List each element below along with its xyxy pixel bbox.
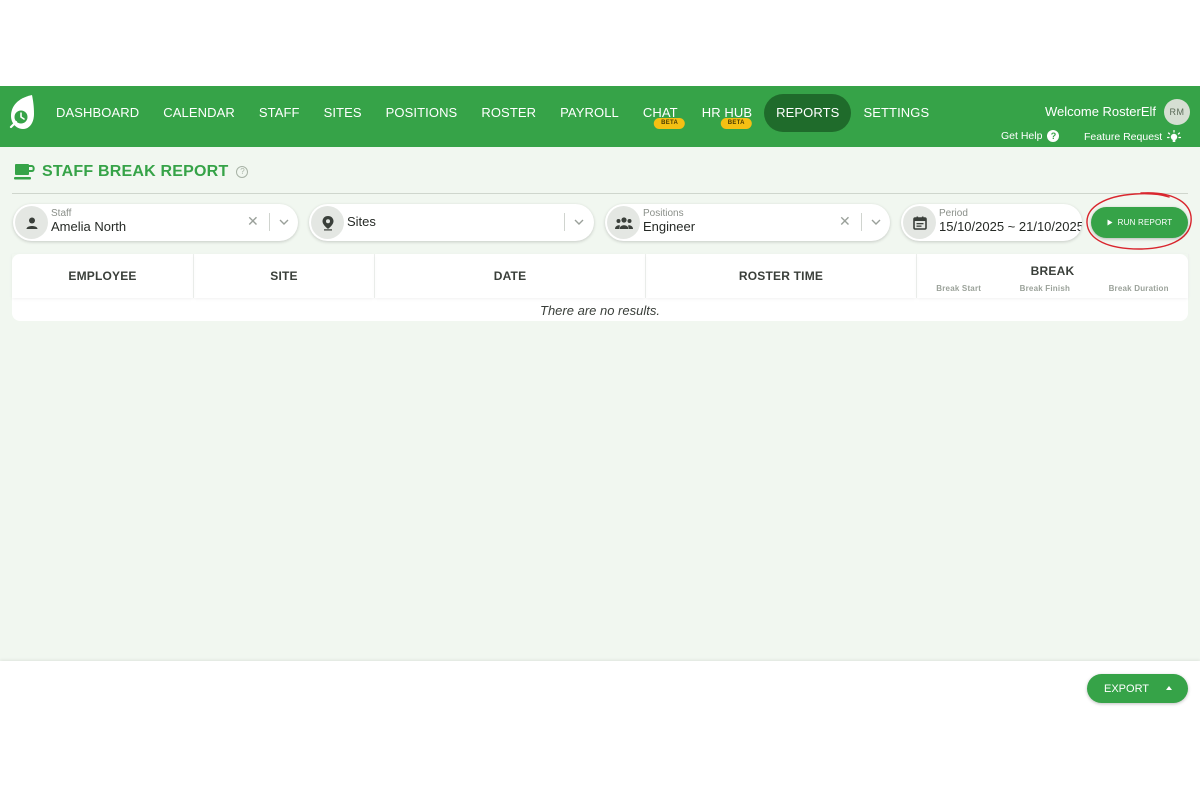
column-header-roster-time[interactable]: ROSTER TIME xyxy=(646,254,916,298)
welcome-text: Welcome RosterElf xyxy=(1044,104,1156,119)
break-header-label: BREAK xyxy=(1030,264,1075,278)
positions-filter[interactable]: Positions Engineer ✕ xyxy=(605,204,890,241)
nav-calendar[interactable]: CALENDAR xyxy=(151,94,247,132)
nav-dashboard[interactable]: DASHBOARD xyxy=(44,94,151,132)
separator xyxy=(564,213,565,231)
nav-staff[interactable]: STAFF xyxy=(247,94,312,132)
nav-reports[interactable]: REPORTS xyxy=(764,94,852,132)
chevron-down-icon[interactable] xyxy=(278,216,290,228)
nav-label: PAYROLL xyxy=(560,105,619,120)
subheader-break-start[interactable]: Break Start xyxy=(936,284,981,293)
avatar[interactable]: RM xyxy=(1164,99,1190,125)
export-label: EXPORT xyxy=(1104,682,1150,695)
chevron-down-icon[interactable] xyxy=(870,216,882,228)
get-help-label: Get Help xyxy=(1001,130,1043,142)
nav-positions[interactable]: POSITIONS xyxy=(374,94,470,132)
question-icon: ? xyxy=(1047,130,1060,142)
subheader-break-duration[interactable]: Break Duration xyxy=(1109,284,1169,293)
nav-payroll[interactable]: PAYROLL xyxy=(548,94,631,132)
export-button[interactable]: EXPORT xyxy=(1087,674,1188,703)
nav-chat[interactable]: CHAT BETA xyxy=(631,94,690,132)
empty-message: There are no results. xyxy=(540,303,660,318)
period-filter[interactable]: Period 15/10/2025 ~ 21/10/2025 xyxy=(901,204,1082,241)
nav-label: SETTINGS xyxy=(863,105,930,120)
positions-filter-label: Positions xyxy=(643,208,684,219)
main-nav: DASHBOARD CALENDAR STAFF SITES POSITIONS… xyxy=(44,94,941,132)
break-subheaders: Break Start Break Finish Break Duration xyxy=(917,284,1188,293)
page-header: STAFF BREAK REPORT ? xyxy=(14,163,249,181)
get-help-link[interactable]: Get Help ? xyxy=(1001,130,1060,142)
page-title: STAFF BREAK REPORT xyxy=(42,163,229,180)
beta-badge: BETA xyxy=(720,118,752,129)
top-navbar: DASHBOARD CALENDAR STAFF SITES POSITIONS… xyxy=(0,86,1200,147)
sites-filter-placeholder: Sites xyxy=(347,214,376,229)
header-divider xyxy=(12,193,1188,194)
positions-filter-value: Engineer xyxy=(643,219,696,234)
footer-bar: EXPORT xyxy=(0,661,1200,715)
app-window: DASHBOARD CALENDAR STAFF SITES POSITIONS… xyxy=(0,86,1200,715)
column-header-employee[interactable]: EMPLOYEE xyxy=(12,254,193,298)
help-circle-icon[interactable]: ? xyxy=(236,166,249,178)
nav-settings[interactable]: SETTINGS xyxy=(851,94,941,132)
nav-label: SITES xyxy=(323,105,362,120)
feature-request-label: Feature Request xyxy=(1084,131,1163,143)
coffee-cup-icon xyxy=(14,164,35,180)
lightbulb-icon xyxy=(1167,130,1182,142)
location-pin-icon xyxy=(311,206,344,239)
beta-badge: BETA xyxy=(654,118,686,129)
nav-sites[interactable]: SITES xyxy=(312,94,374,132)
column-header-break: BREAK Break Start Break Finish Break Dur… xyxy=(917,254,1188,298)
calendar-icon xyxy=(903,206,936,239)
staff-filter-value: Amelia North xyxy=(51,219,127,234)
run-report-label: RUN REPORT xyxy=(1117,218,1173,227)
run-report-button[interactable]: RUN REPORT xyxy=(1091,207,1188,238)
nav-label: STAFF xyxy=(258,105,300,120)
column-header-date[interactable]: DATE xyxy=(375,254,645,298)
report-table: EMPLOYEE SITE DATE ROSTER TIME BREAK Bre… xyxy=(12,254,1188,321)
clear-positions-icon[interactable]: ✕ xyxy=(839,213,851,230)
period-filter-value: 15/10/2025 ~ 21/10/2025 xyxy=(939,219,1082,234)
nav-label: POSITIONS xyxy=(385,105,458,120)
sites-filter[interactable]: Sites xyxy=(309,204,594,241)
nav-label: DASHBOARD xyxy=(56,105,140,120)
nav-hr-hub[interactable]: HR HUB BETA xyxy=(690,94,764,132)
nav-label: CALENDAR xyxy=(163,105,235,120)
period-filter-label: Period xyxy=(939,208,968,219)
separator xyxy=(861,213,862,231)
column-header-site[interactable]: SITE xyxy=(194,254,374,298)
separator xyxy=(269,213,270,231)
people-icon xyxy=(607,206,640,239)
nav-roster[interactable]: ROSTER xyxy=(469,94,548,132)
play-icon xyxy=(1107,219,1113,226)
staff-filter-label: Staff xyxy=(51,208,72,219)
staff-filter[interactable]: Staff Amelia North ✕ xyxy=(13,204,298,241)
chevron-down-icon[interactable] xyxy=(573,216,585,228)
caret-up-icon xyxy=(1166,686,1172,690)
person-icon xyxy=(15,206,48,239)
clear-staff-icon[interactable]: ✕ xyxy=(247,213,259,230)
leaf-clock-logo-icon[interactable] xyxy=(8,94,36,132)
subheader-break-finish[interactable]: Break Finish xyxy=(1020,284,1070,293)
feature-request-link[interactable]: Feature Request xyxy=(1084,130,1182,144)
nav-label: ROSTER xyxy=(481,105,537,120)
nav-label: REPORTS xyxy=(776,105,840,120)
